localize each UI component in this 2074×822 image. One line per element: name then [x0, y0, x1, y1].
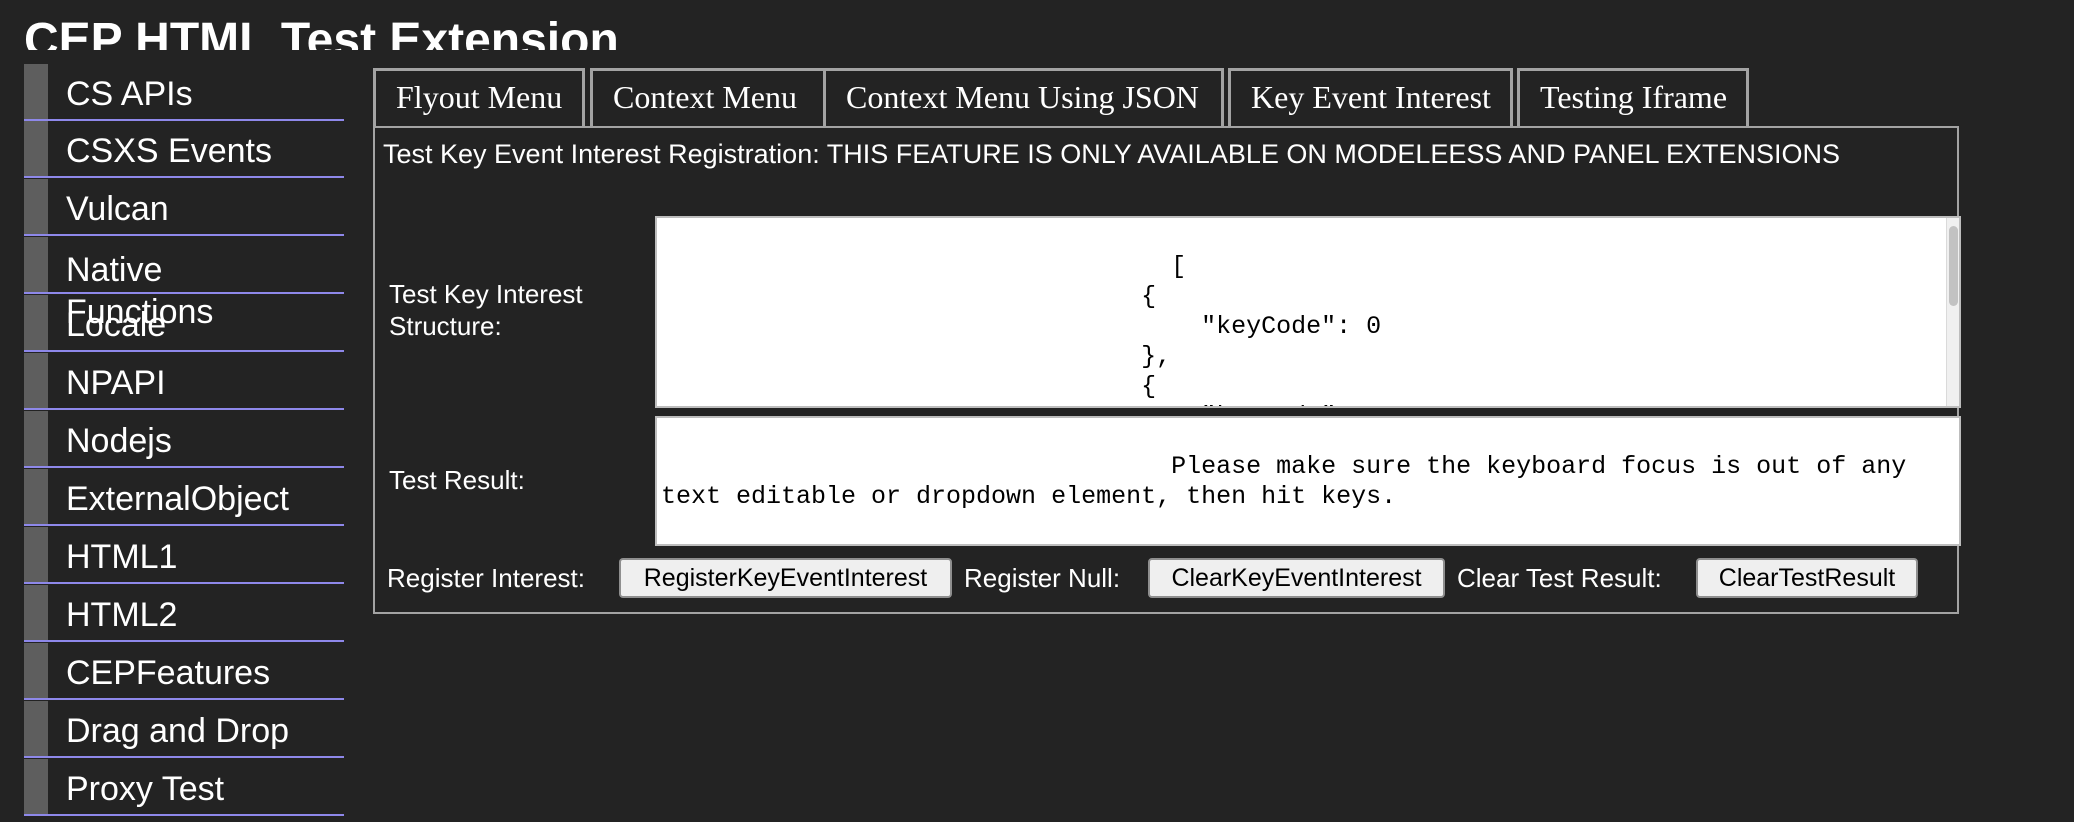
sidebar-item-label: Vulcan — [66, 190, 169, 228]
tab-context-menu[interactable]: Context Menu — [590, 68, 826, 126]
key-interest-structure-textarea[interactable]: [ { "keyCode": 0 }, { "keyCode": — [655, 216, 1961, 408]
sidebar-item-csxs-events[interactable]: CSXS Events — [24, 121, 344, 178]
sidebar-item-label: CS APIs — [66, 75, 193, 113]
key-event-interest-panel: Test Key Event Interest Registration: TH… — [373, 126, 1961, 614]
sidebar-item-label: Nodejs — [66, 422, 172, 460]
register-key-event-interest-button[interactable]: RegisterKeyEventInterest — [619, 558, 952, 598]
test-result-textarea[interactable]: Please make sure the keyboard focus is o… — [655, 416, 1961, 546]
sidebar-item-marker — [24, 353, 48, 408]
sidebar-item-npapi[interactable]: NPAPI — [24, 353, 344, 410]
panel-heading: Test Key Event Interest Registration: TH… — [383, 139, 1841, 169]
sidebar-item-label: ExternalObject — [66, 480, 289, 518]
sidebar-item-label: HTML1 — [66, 538, 178, 576]
result-label: Test Result: — [389, 465, 525, 495]
sidebar-item-marker — [24, 469, 48, 524]
sidebar-item-externalobject[interactable]: ExternalObject — [24, 469, 344, 526]
key-interest-structure-text: [ { "keyCode": 0 }, { "keyCode": — [1141, 252, 1396, 406]
sidebar-item-marker — [24, 179, 48, 234]
sidebar-item-marker — [24, 643, 48, 698]
register-null-label: Register Null: — [964, 563, 1121, 593]
app-title: CEP HTML Test Extension — [24, 14, 619, 50]
tab-key-event-interest[interactable]: Key Event Interest — [1228, 68, 1513, 126]
sidebar-item-label: CEPFeatures — [66, 654, 271, 692]
sidebar-item-nodejs[interactable]: Nodejs — [24, 411, 344, 468]
sidebar-item-marker — [24, 585, 48, 640]
sidebar-item-native-functions[interactable]: Native Functions — [24, 237, 344, 331]
sidebar-nav: CS APIs CSXS Events Vulcan Native Functi… — [24, 64, 344, 822]
app-window: CEP HTML Test Extension CS APIs CSXS Eve… — [0, 0, 2074, 822]
sidebar-item-marker — [24, 701, 48, 756]
sidebar-item-locale[interactable]: Locale — [24, 295, 344, 352]
sidebar-item-marker — [24, 759, 48, 814]
clear-key-event-interest-button[interactable]: ClearKeyEventInterest — [1148, 558, 1445, 598]
sidebar-item-html2[interactable]: HTML2 — [24, 585, 344, 642]
sidebar-item-label: Drag and Drop — [66, 712, 290, 750]
register-interest-label: Register Interest: — [387, 563, 585, 593]
sidebar-item-html1[interactable]: HTML1 — [24, 527, 344, 584]
sidebar-item-marker — [24, 64, 48, 119]
sidebar-item-proxy-test[interactable]: Proxy Test — [24, 759, 344, 816]
sidebar-item-label: CSXS Events — [66, 132, 272, 170]
clear-test-result-button[interactable]: ClearTestResult — [1696, 558, 1918, 598]
sidebar-item-cs-apis[interactable]: CS APIs — [24, 64, 344, 121]
test-result-text: Please make sure the keyboard focus is o… — [661, 452, 1922, 511]
sidebar-item-marker — [24, 411, 48, 466]
sidebar-item-label: Locale — [66, 306, 167, 344]
tab-context-menu-using-json[interactable]: Context Menu Using JSON — [823, 68, 1224, 126]
tab-flyout-menu[interactable]: Flyout Menu — [373, 68, 585, 126]
sidebar-item-marker — [24, 121, 48, 176]
sidebar-item-marker — [24, 295, 48, 350]
structure-scrollbar[interactable] — [1946, 218, 1959, 406]
sidebar-item-cepfeatures[interactable]: CEPFeatures — [24, 643, 344, 700]
clear-test-result-label: Clear Test Result: — [1457, 563, 1662, 593]
sidebar-item-label: Proxy Test — [66, 770, 225, 808]
structure-scroll-thumb[interactable] — [1949, 226, 1958, 306]
sidebar-item-marker — [24, 237, 48, 292]
sidebar-item-vulcan[interactable]: Vulcan — [24, 179, 344, 236]
sidebar-item-marker — [24, 527, 48, 582]
tab-testing-iframe[interactable]: Testing Iframe — [1517, 68, 1749, 126]
structure-label: Test Key Interest Structure: — [389, 279, 583, 341]
sidebar-item-label: HTML2 — [66, 596, 178, 634]
sidebar-item-drag-and-drop[interactable]: Drag and Drop — [24, 701, 344, 758]
sidebar-item-label: NPAPI — [66, 364, 166, 402]
